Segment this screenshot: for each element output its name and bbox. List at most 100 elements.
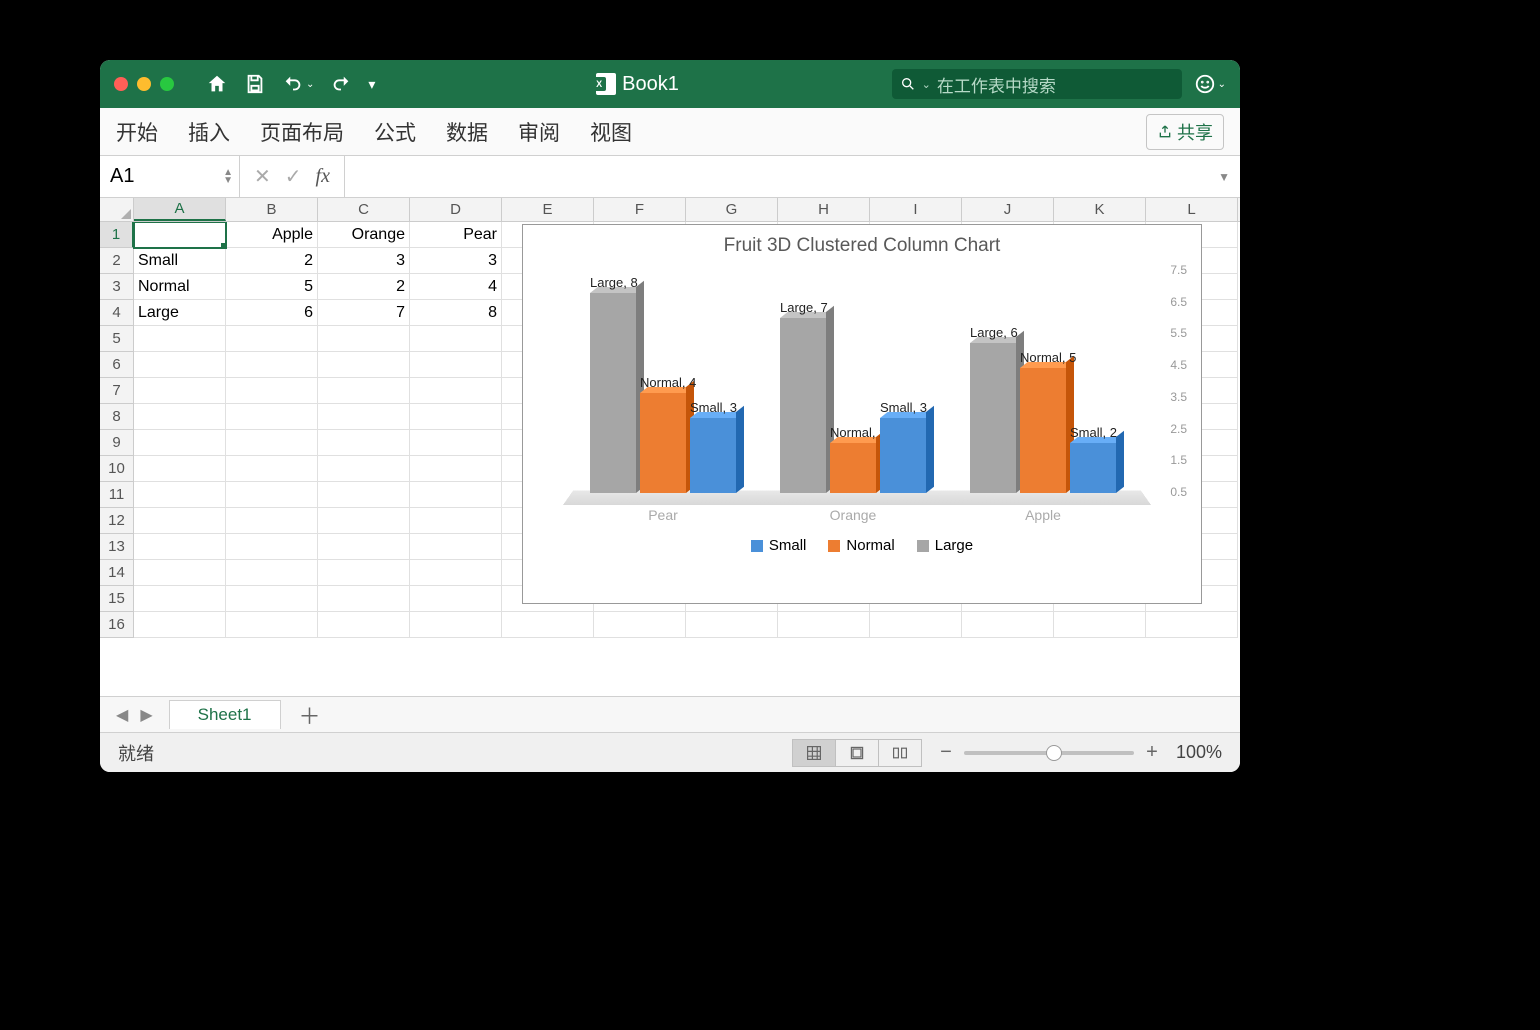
tab-formulas[interactable]: 公式 xyxy=(374,117,416,147)
chevron-down-icon[interactable]: ⌄ xyxy=(306,79,314,90)
cell-J16[interactable] xyxy=(962,612,1054,638)
cell-D15[interactable] xyxy=(410,586,502,612)
chart-object[interactable]: Fruit 3D Clustered Column Chart 7.56.55.… xyxy=(522,224,1202,604)
minimize-window-button[interactable] xyxy=(137,77,151,91)
normal-view-button[interactable] xyxy=(792,739,836,767)
namebox-spinner[interactable]: ▲▼ xyxy=(223,169,233,185)
zoom-in-button[interactable]: + xyxy=(1144,741,1160,764)
cell-B14[interactable] xyxy=(226,560,318,586)
cell-D16[interactable] xyxy=(410,612,502,638)
cell-D2[interactable]: 3 xyxy=(410,248,502,274)
cell-D8[interactable] xyxy=(410,404,502,430)
cell-B10[interactable] xyxy=(226,456,318,482)
cell-C16[interactable] xyxy=(318,612,410,638)
cell-B1[interactable]: Apple xyxy=(226,222,318,248)
col-header-I[interactable]: I xyxy=(870,198,962,221)
cell-E16[interactable] xyxy=(502,612,594,638)
row-header-6[interactable]: 6 xyxy=(100,352,134,378)
cell-K16[interactable] xyxy=(1054,612,1146,638)
next-sheet-icon[interactable]: ▶ xyxy=(134,705,158,725)
cell-C12[interactable] xyxy=(318,508,410,534)
cell-A9[interactable] xyxy=(134,430,226,456)
cell-C14[interactable] xyxy=(318,560,410,586)
col-header-D[interactable]: D xyxy=(410,198,502,221)
cell-A16[interactable] xyxy=(134,612,226,638)
cell-L16[interactable] xyxy=(1146,612,1238,638)
cell-C15[interactable] xyxy=(318,586,410,612)
tab-home[interactable]: 开始 xyxy=(116,117,158,147)
cell-H16[interactable] xyxy=(778,612,870,638)
page-break-view-button[interactable] xyxy=(878,739,922,767)
zoom-knob[interactable] xyxy=(1046,745,1062,761)
cell-C7[interactable] xyxy=(318,378,410,404)
cell-D5[interactable] xyxy=(410,326,502,352)
home-icon[interactable] xyxy=(206,73,228,95)
cell-A13[interactable] xyxy=(134,534,226,560)
cell-B2[interactable]: 2 xyxy=(226,248,318,274)
cell-C2[interactable]: 3 xyxy=(318,248,410,274)
cell-D10[interactable] xyxy=(410,456,502,482)
tab-insert[interactable]: 插入 xyxy=(188,117,230,147)
cell-D9[interactable] xyxy=(410,430,502,456)
cell-D6[interactable] xyxy=(410,352,502,378)
cell-A12[interactable] xyxy=(134,508,226,534)
col-header-B[interactable]: B xyxy=(226,198,318,221)
cell-B6[interactable] xyxy=(226,352,318,378)
tab-data[interactable]: 数据 xyxy=(446,117,488,147)
cell-B3[interactable]: 5 xyxy=(226,274,318,300)
name-box[interactable]: A1 ▲▼ xyxy=(100,156,240,197)
cell-C9[interactable] xyxy=(318,430,410,456)
cell-A10[interactable] xyxy=(134,456,226,482)
cell-B4[interactable]: 6 xyxy=(226,300,318,326)
cell-F16[interactable] xyxy=(594,612,686,638)
cell-G16[interactable] xyxy=(686,612,778,638)
row-header-1[interactable]: 1 xyxy=(100,222,134,248)
cell-D12[interactable] xyxy=(410,508,502,534)
cell-C3[interactable]: 2 xyxy=(318,274,410,300)
tab-page-layout[interactable]: 页面布局 xyxy=(260,117,344,147)
row-header-11[interactable]: 11 xyxy=(100,482,134,508)
col-header-K[interactable]: K xyxy=(1054,198,1146,221)
add-sheet-button[interactable]: ＋ xyxy=(299,699,321,731)
row-header-10[interactable]: 10 xyxy=(100,456,134,482)
page-layout-view-button[interactable] xyxy=(835,739,879,767)
cell-B13[interactable] xyxy=(226,534,318,560)
cell-C5[interactable] xyxy=(318,326,410,352)
cell-C11[interactable] xyxy=(318,482,410,508)
cell-A5[interactable] xyxy=(134,326,226,352)
row-header-16[interactable]: 16 xyxy=(100,612,134,638)
col-header-G[interactable]: G xyxy=(686,198,778,221)
cell-D1[interactable]: Pear xyxy=(410,222,502,248)
cell-B8[interactable] xyxy=(226,404,318,430)
row-header-12[interactable]: 12 xyxy=(100,508,134,534)
cell-A1[interactable] xyxy=(134,222,226,248)
cell-B15[interactable] xyxy=(226,586,318,612)
cell-D7[interactable] xyxy=(410,378,502,404)
cell-D13[interactable] xyxy=(410,534,502,560)
cell-A14[interactable] xyxy=(134,560,226,586)
tab-review[interactable]: 审阅 xyxy=(518,117,560,147)
cell-B5[interactable] xyxy=(226,326,318,352)
cell-C13[interactable] xyxy=(318,534,410,560)
cell-A3[interactable]: Normal xyxy=(134,274,226,300)
close-window-button[interactable] xyxy=(114,77,128,91)
prev-sheet-icon[interactable]: ◀ xyxy=(110,705,134,725)
cell-D3[interactable]: 4 xyxy=(410,274,502,300)
zoom-slider[interactable] xyxy=(964,751,1134,755)
cell-B9[interactable] xyxy=(226,430,318,456)
col-header-A[interactable]: A xyxy=(134,198,226,221)
cell-A8[interactable] xyxy=(134,404,226,430)
cell-A2[interactable]: Small xyxy=(134,248,226,274)
row-header-7[interactable]: 7 xyxy=(100,378,134,404)
zoom-out-button[interactable]: − xyxy=(938,741,954,764)
cell-I16[interactable] xyxy=(870,612,962,638)
sheet-tab[interactable]: Sheet1 xyxy=(169,700,281,729)
cell-C1[interactable]: Orange xyxy=(318,222,410,248)
cell-A7[interactable] xyxy=(134,378,226,404)
fx-icon[interactable]: fx xyxy=(316,165,330,188)
cell-A11[interactable] xyxy=(134,482,226,508)
row-header-5[interactable]: 5 xyxy=(100,326,134,352)
cell-A15[interactable] xyxy=(134,586,226,612)
cell-B12[interactable] xyxy=(226,508,318,534)
cell-B11[interactable] xyxy=(226,482,318,508)
